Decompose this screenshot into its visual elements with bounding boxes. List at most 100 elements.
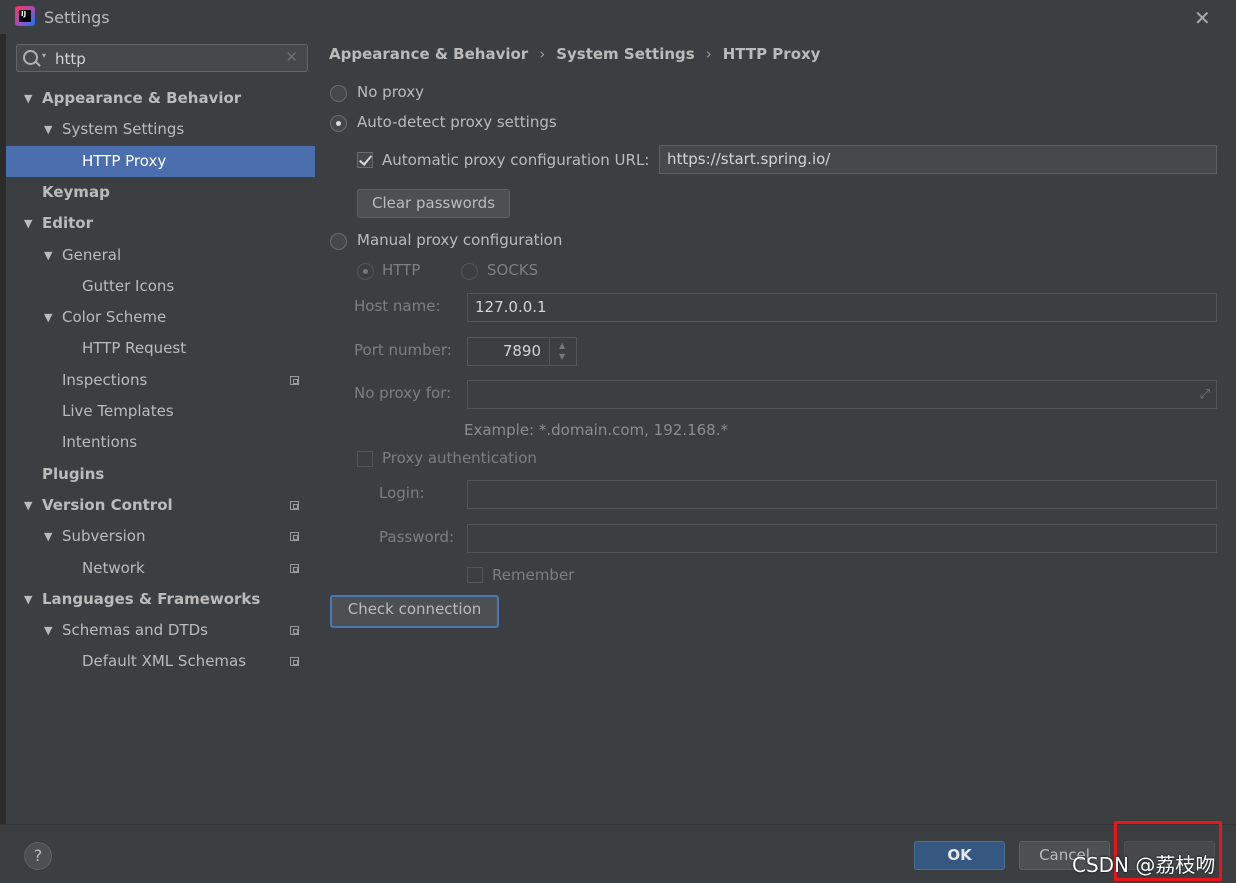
ok-button[interactable]: OK xyxy=(914,841,1005,870)
tree-item-inspections[interactable]: Inspections xyxy=(6,365,315,396)
socks-label[interactable]: SOCKS xyxy=(487,261,538,279)
expand-icon[interactable]: ⤢ xyxy=(1200,381,1210,408)
proxy-authentication-checkbox[interactable] xyxy=(357,451,373,467)
clear-passwords-button[interactable]: Clear passwords xyxy=(357,189,510,218)
expand-arrow-icon[interactable]: ▼ xyxy=(24,208,32,239)
no-proxy-radio[interactable] xyxy=(330,85,347,102)
auto-config-url-field[interactable]: https://start.spring.io/ xyxy=(659,145,1217,174)
tree-item-version-control[interactable]: ▼ Version Control xyxy=(6,490,315,521)
tree-item-http-request[interactable]: HTTP Request xyxy=(6,333,315,364)
tree-item-subversion[interactable]: ▼ Subversion xyxy=(6,521,315,552)
expand-arrow-icon[interactable]: ▼ xyxy=(24,490,32,521)
tree-item-default-xml-schemas[interactable]: Default XML Schemas xyxy=(6,646,315,677)
tree-item-label: Schemas and DTDs xyxy=(62,621,208,640)
csdn-watermark: CSDN @荔枝吻 xyxy=(1072,853,1216,877)
tree-item-keymap[interactable]: Keymap xyxy=(6,177,315,208)
http-radio[interactable] xyxy=(357,263,374,280)
tree-item-editor[interactable]: ▼ Editor xyxy=(6,208,315,239)
tree-item-color-scheme[interactable]: ▼ Color Scheme xyxy=(6,302,315,333)
breadcrumb-separator-icon: › xyxy=(539,45,546,63)
tree-item-label: Intentions xyxy=(62,433,138,452)
manual-proxy-label[interactable]: Manual proxy configuration xyxy=(357,231,562,249)
no-proxy-for-label: No proxy for: xyxy=(354,384,452,402)
http-proxy-panel: Appearance & Behavior › System Settings › HT… xyxy=(315,34,1236,824)
expand-arrow-icon[interactable]: ▼ xyxy=(44,521,52,552)
breadcrumb-item: System Settings xyxy=(556,45,695,63)
auto-config-url-checkbox[interactable] xyxy=(357,152,373,168)
project-level-icon xyxy=(290,500,299,510)
expand-arrow-icon[interactable]: ▼ xyxy=(44,114,52,145)
tree-item-label: Live Templates xyxy=(62,402,174,420)
expand-arrow-icon[interactable]: ▼ xyxy=(24,584,32,615)
project-level-icon xyxy=(290,626,299,636)
port-number-label: Port number: xyxy=(354,341,452,359)
tree-item-label: Default XML Schemas xyxy=(82,652,247,671)
tree-item-label: Version Control xyxy=(42,495,173,514)
tree-item-label: HTTP Proxy xyxy=(82,151,167,170)
tree-item-label: Inspections xyxy=(62,370,148,389)
no-proxy-for-field[interactable]: ⤢ xyxy=(467,380,1217,409)
clear-search-icon[interactable]: ✕ xyxy=(285,48,298,66)
spinner-down-icon[interactable]: ▼ xyxy=(559,343,565,370)
tree-item-intentions[interactable]: Intentions xyxy=(6,427,315,458)
host-name-label: Host name: xyxy=(354,297,441,315)
expand-arrow-icon[interactable]: ▼ xyxy=(44,240,52,271)
tree-item-label: Editor xyxy=(42,214,93,233)
tree-item-plugins[interactable]: Plugins xyxy=(6,459,315,490)
port-number-spinner[interactable]: 7890 ▲ ▼ xyxy=(467,337,577,366)
close-icon[interactable]: ✕ xyxy=(1194,6,1211,30)
expand-arrow-icon[interactable]: ▼ xyxy=(44,302,52,333)
project-level-icon xyxy=(290,563,299,573)
no-proxy-example-hint: Example: *.domain.com, 192.168.* xyxy=(464,421,728,439)
breadcrumb-item: HTTP Proxy xyxy=(722,45,821,63)
expand-arrow-icon[interactable]: ▼ xyxy=(44,615,52,646)
login-label: Login: xyxy=(379,484,425,502)
search-icon[interactable] xyxy=(23,50,38,65)
password-label: Password: xyxy=(379,528,455,546)
tree-item-live-templates[interactable]: Live Templates xyxy=(6,396,315,427)
breadcrumb: Appearance & Behavior › System Settings › HT… xyxy=(329,45,820,63)
tree-item-network[interactable]: Network xyxy=(6,553,315,584)
tree-item-label: Languages & Frameworks xyxy=(42,589,261,608)
tree-item-http-proxy[interactable]: HTTP Proxy xyxy=(6,145,315,177)
auto-config-url-label[interactable]: Automatic proxy configuration URL: xyxy=(382,151,649,169)
tree-item-label: Appearance & Behavior xyxy=(42,89,242,107)
http-label[interactable]: HTTP xyxy=(382,261,420,279)
login-field[interactable] xyxy=(467,480,1217,509)
settings-search-box[interactable]: ▾ ✕ xyxy=(16,44,308,72)
title-bar: IJ Settings ✕ xyxy=(0,0,1236,34)
tree-item-appearance-behavior[interactable]: ▼ Appearance & Behavior xyxy=(6,83,315,114)
proxy-authentication-label[interactable]: Proxy authentication xyxy=(382,449,537,467)
host-name-field[interactable]: 127.0.0.1 xyxy=(467,293,1217,322)
port-number-value[interactable]: 7890 xyxy=(503,338,541,365)
auto-detect-radio[interactable] xyxy=(330,115,347,132)
password-field[interactable] xyxy=(467,524,1217,553)
tree-item-label: HTTP Request xyxy=(82,339,187,358)
tree-item-label: Color Scheme xyxy=(62,308,167,327)
settings-sidebar: ▾ ✕ ▼ Appearance & Behavior ▼ System Settin… xyxy=(6,34,315,824)
expand-arrow-icon[interactable]: ▼ xyxy=(24,83,32,114)
settings-search-input[interactable] xyxy=(53,48,277,70)
tree-item-languages-frameworks[interactable]: ▼ Languages & Frameworks xyxy=(6,584,315,615)
auto-detect-label[interactable]: Auto-detect proxy settings xyxy=(357,113,557,131)
tree-item-gutter-icons[interactable]: Gutter Icons xyxy=(6,271,315,302)
dialog-footer: ? OK Cancel CSDN @荔枝吻 xyxy=(0,821,1236,883)
socks-radio[interactable] xyxy=(461,263,478,280)
manual-proxy-radio[interactable] xyxy=(330,233,347,250)
tree-item-schemas-and-dtds[interactable]: ▼ Schemas and DTDs xyxy=(6,615,315,646)
search-history-chevron-icon[interactable]: ▾ xyxy=(42,51,46,60)
tree-item-system-settings[interactable]: ▼ System Settings xyxy=(6,114,315,145)
window-title: Settings xyxy=(44,8,110,27)
project-level-icon xyxy=(290,657,299,667)
check-connection-button[interactable]: Check connection xyxy=(330,595,499,628)
tree-item-label: Subversion xyxy=(62,527,146,546)
remember-checkbox[interactable] xyxy=(467,567,483,583)
tree-item-label: Gutter Icons xyxy=(82,276,175,295)
remember-label[interactable]: Remember xyxy=(492,566,574,584)
breadcrumb-item: Appearance & Behavior xyxy=(329,45,529,63)
spinner-divider xyxy=(549,338,550,365)
breadcrumb-separator-icon: › xyxy=(705,45,712,63)
help-button[interactable]: ? xyxy=(24,842,52,870)
no-proxy-label[interactable]: No proxy xyxy=(357,83,424,101)
tree-item-general[interactable]: ▼ General xyxy=(6,240,315,271)
